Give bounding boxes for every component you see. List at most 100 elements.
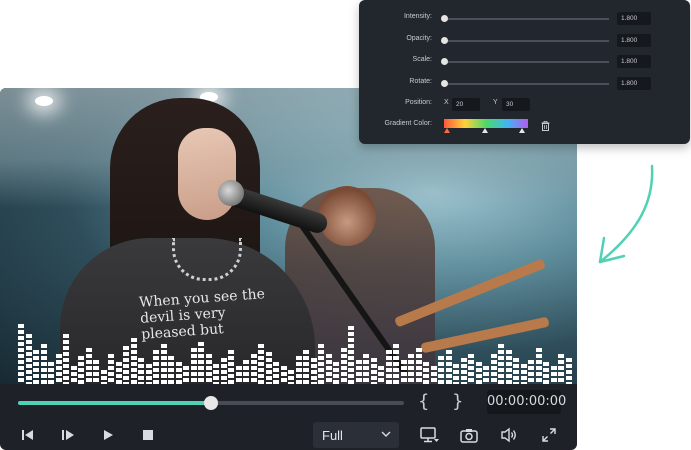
visualizer-bar [393, 344, 399, 384]
previous-frame-button[interactable] [18, 425, 38, 445]
zoom-select[interactable]: Full [313, 422, 399, 448]
rotate-slider[interactable] [441, 80, 609, 87]
visualizer-bar [235, 366, 242, 384]
position-label: Position: [405, 99, 432, 106]
visualizer-bar [220, 358, 227, 384]
next-frame-button[interactable] [58, 425, 78, 445]
position-x-label: X [444, 99, 449, 106]
visualizer-bar [400, 360, 407, 384]
effect-settings-panel: Intensity: 1.800 Opacity: 1.800 Scale: 1… [359, 0, 690, 144]
play-button[interactable] [98, 425, 118, 445]
opacity-slider[interactable] [441, 37, 609, 44]
visualizer-bar [423, 362, 429, 384]
position-y-input[interactable]: 30 [502, 98, 530, 111]
slider-handle[interactable] [441, 15, 448, 22]
display-icon [420, 427, 439, 443]
gradient-color-label: Gradient Color: [384, 120, 432, 127]
visualizer-bar [483, 366, 489, 384]
rotate-label: Rotate: [409, 78, 432, 85]
position-x-input[interactable]: 20 [452, 98, 480, 111]
mark-in-button[interactable]: { [418, 391, 429, 412]
timecode-display: 00:00:00:00 [487, 390, 566, 414]
slider-handle[interactable] [441, 58, 448, 65]
gradient-stop[interactable] [519, 128, 525, 133]
visualizer-bar [340, 348, 347, 384]
visualizer-bar [385, 350, 392, 384]
visualizer-bar [288, 370, 294, 384]
visualizer-bar [325, 354, 332, 384]
rotate-value-input[interactable]: 1.800 [617, 77, 651, 90]
visualizer-bar [303, 350, 309, 384]
scale-value-input[interactable]: 1.800 [617, 55, 651, 68]
opacity-value-input[interactable]: 1.800 [617, 34, 651, 47]
visualizer-bar [160, 344, 167, 384]
visualizer-bar [190, 348, 197, 384]
volume-button[interactable] [499, 425, 519, 445]
fullscreen-icon [542, 428, 556, 442]
seek-progress [18, 401, 211, 405]
guitarist-head [318, 186, 376, 246]
visualizer-bar [520, 364, 527, 384]
previous-frame-icon [22, 430, 33, 440]
gradient-color-bar[interactable] [444, 119, 528, 128]
ceiling-light [35, 96, 53, 106]
microphone-head [218, 180, 244, 206]
seek-handle[interactable] [204, 396, 218, 410]
play-icon [104, 430, 113, 440]
position-y-label: Y [493, 99, 498, 106]
visualizer-bar [213, 364, 219, 384]
visualizer-bar [55, 354, 62, 384]
visualizer-bar [363, 354, 369, 384]
visualizer-bar [513, 358, 519, 384]
visualizer-bar [348, 326, 354, 384]
visualizer-bar [265, 352, 272, 384]
gradient-stop[interactable] [482, 128, 488, 133]
visualizer-bar [250, 354, 257, 384]
visualizer-bar [100, 370, 107, 384]
gradient-stop[interactable] [444, 128, 450, 133]
visualizer-bar [108, 354, 114, 384]
visualizer-bar [370, 358, 377, 384]
visualizer-bar [475, 362, 482, 384]
intensity-value-input[interactable]: 1.800 [617, 12, 651, 25]
visualizer-bar [430, 366, 437, 384]
intensity-row: Intensity: 1.800 [359, 11, 690, 27]
visualizer-bar [468, 354, 474, 384]
display-button[interactable] [419, 425, 441, 445]
visualizer-bar [318, 344, 324, 384]
seek-bar[interactable] [18, 396, 404, 410]
visualizer-bar [228, 350, 234, 384]
curved-arrow-icon [598, 164, 654, 264]
slider-handle[interactable] [441, 80, 448, 87]
intensity-slider[interactable] [441, 15, 609, 22]
visualizer-bar [505, 350, 512, 384]
visualizer-bar [490, 354, 497, 384]
visualizer-bar [18, 324, 24, 384]
opacity-label: Opacity: [406, 35, 432, 42]
intensity-label: Intensity: [403, 13, 432, 20]
snapshot-button[interactable] [459, 425, 479, 445]
scale-slider[interactable] [441, 58, 609, 65]
visualizer-bar [453, 364, 459, 384]
fullscreen-button[interactable] [539, 425, 559, 445]
visualizer-bar [63, 334, 69, 384]
camera-icon [460, 428, 478, 443]
visualizer-bar [460, 358, 467, 384]
visualizer-bar [33, 350, 39, 384]
slider-handle[interactable] [441, 37, 448, 44]
visualizer-bar [243, 360, 249, 384]
stop-button[interactable] [138, 425, 158, 445]
visualizer-bar [498, 344, 504, 384]
visualizer-bar [310, 358, 317, 384]
next-frame-icon [62, 430, 74, 440]
visualizer-bar [115, 362, 122, 384]
scale-row: Scale: 1.800 [359, 54, 690, 70]
visualizer-bar [528, 360, 534, 384]
visualizer-bar [535, 348, 542, 384]
stop-icon [143, 430, 153, 440]
mark-out-button[interactable]: } [452, 391, 463, 412]
visualizer-bar [168, 356, 174, 384]
audio-visualizer [18, 304, 577, 384]
visualizer-bar [205, 354, 212, 384]
trash-icon[interactable] [541, 121, 550, 131]
